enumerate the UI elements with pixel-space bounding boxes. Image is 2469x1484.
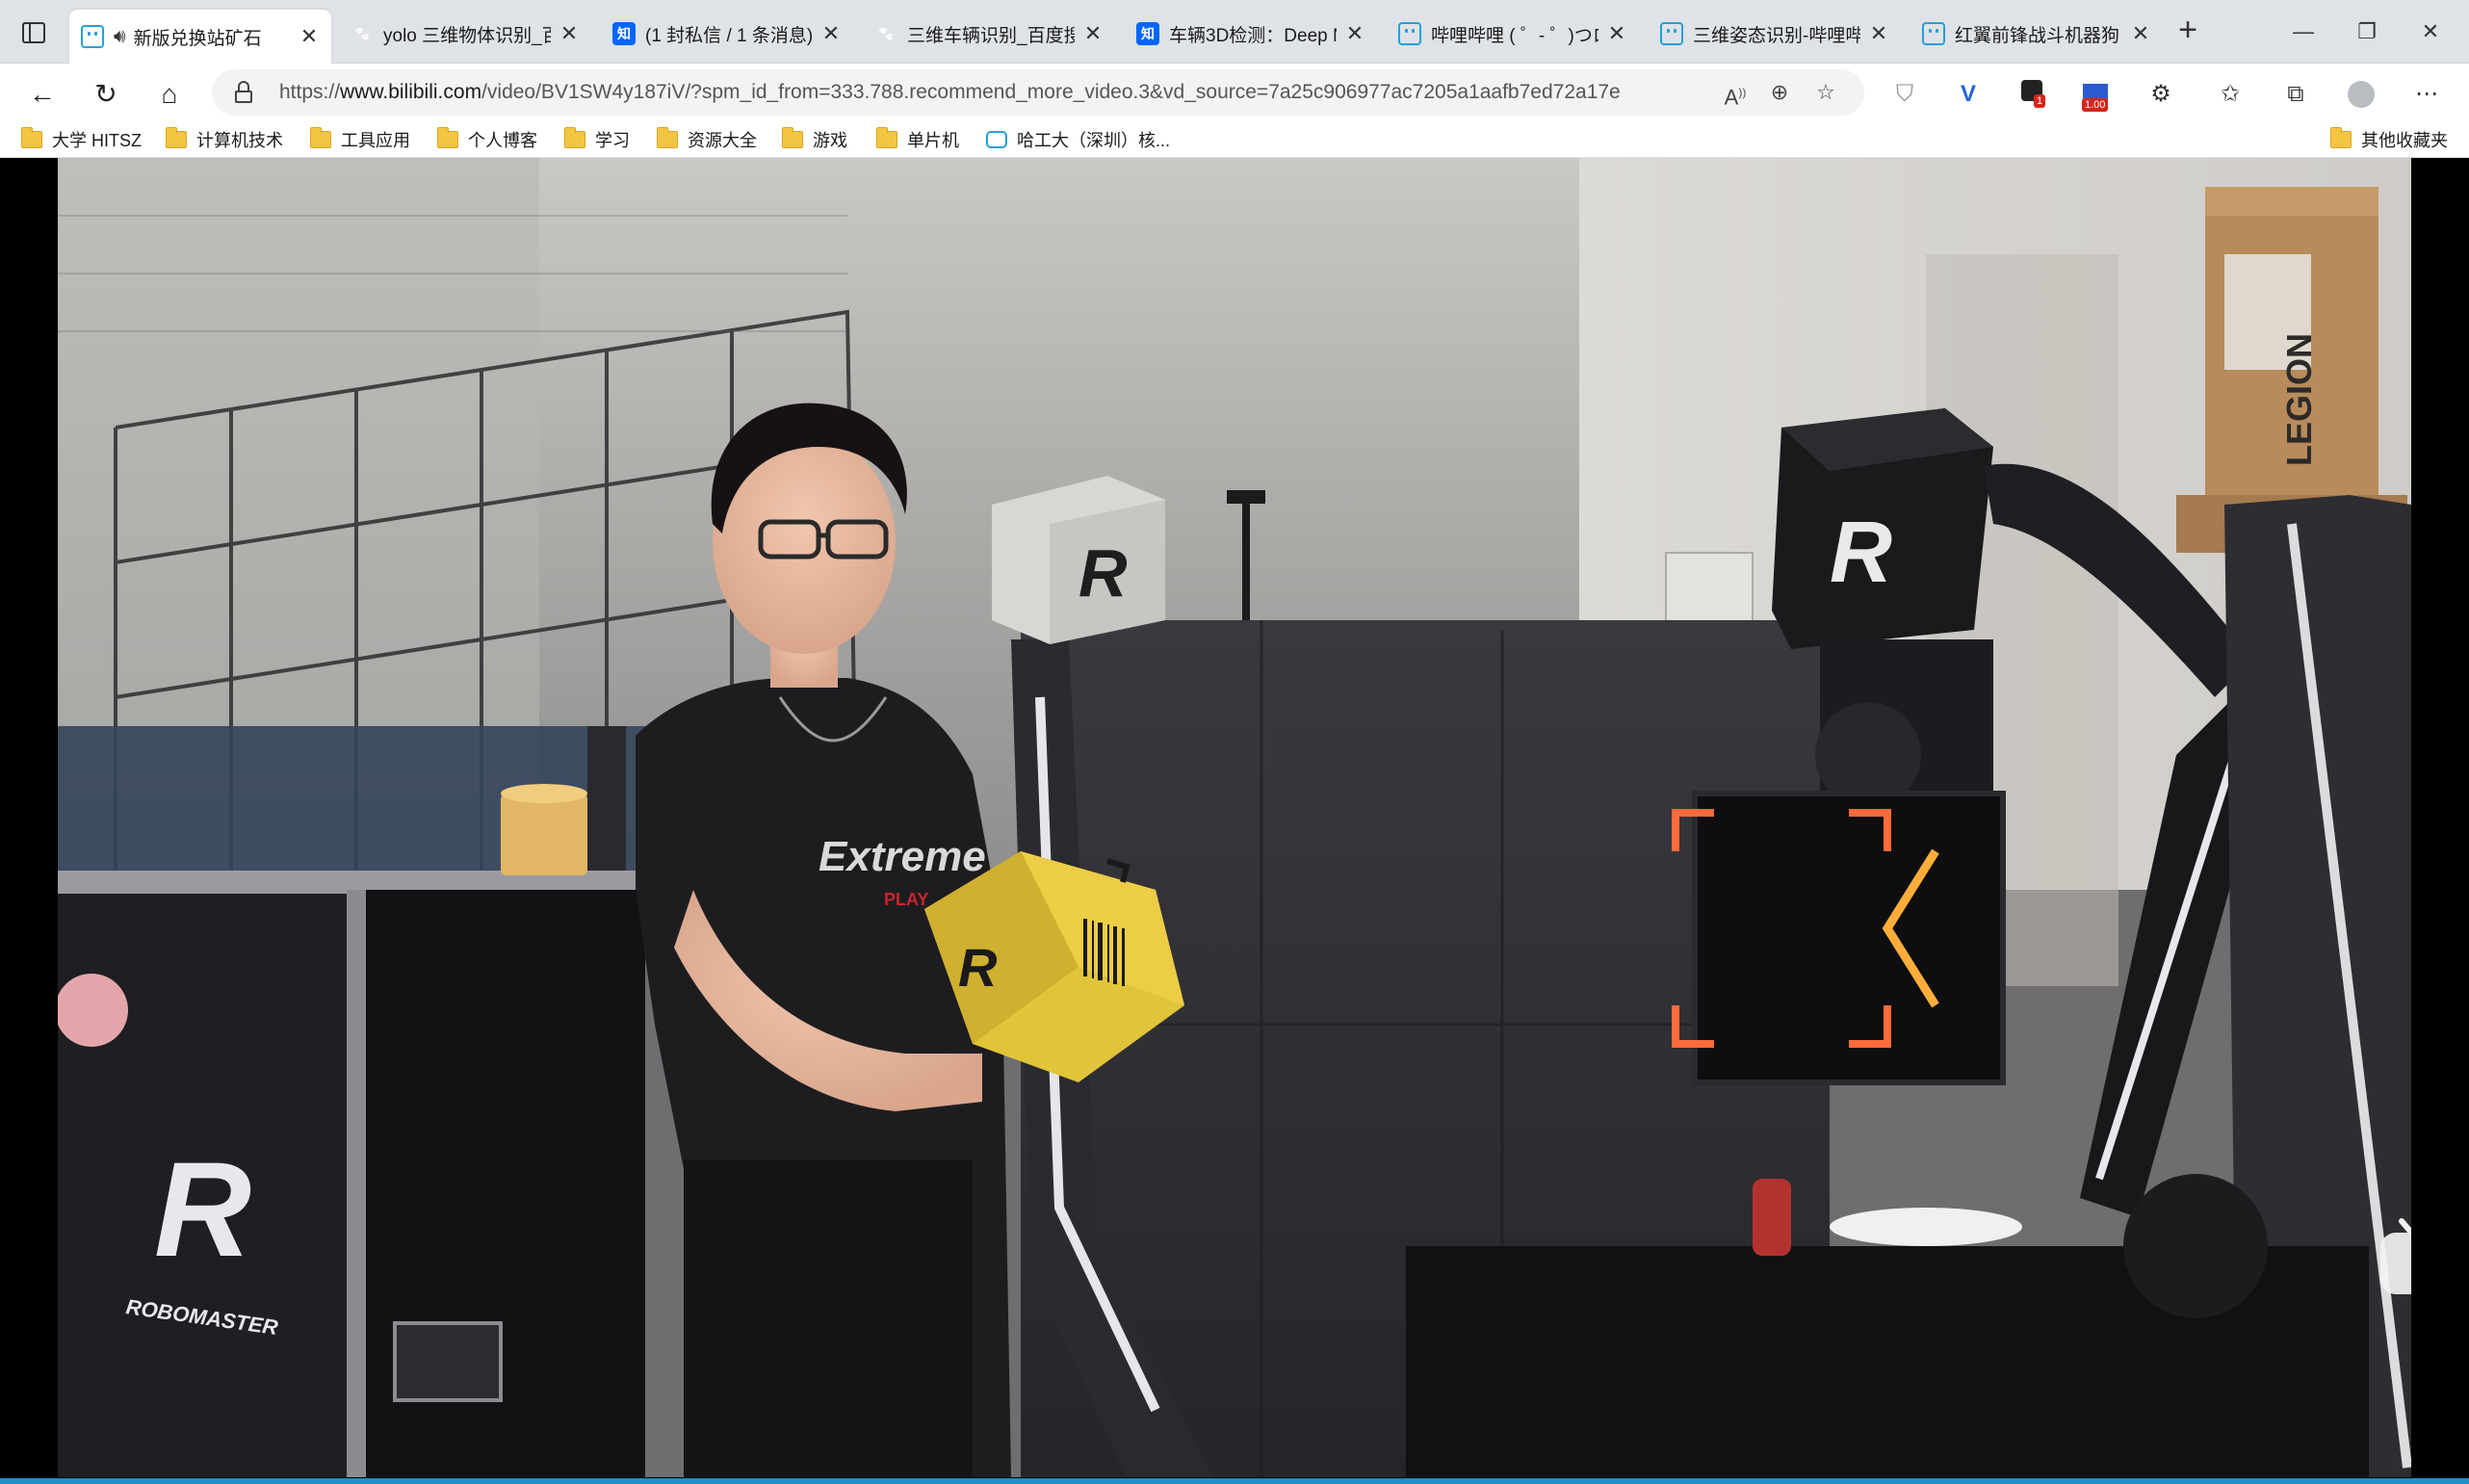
more-menu-icon[interactable]: ⋯ — [2407, 75, 2446, 114]
player-progress-line — [0, 1478, 2469, 1484]
speaker-icon[interactable]: 🔊︎ — [114, 26, 126, 48]
favorite-item[interactable]: 计算机技术 — [166, 125, 283, 154]
shirt-subprint: PLAY — [884, 890, 928, 909]
folder-icon — [166, 127, 187, 148]
tab-strip: 🔊︎ 新版兑换站矿石 ✕ 🐾︎ yolo 三维物体识别_百 ✕ 知 (1 封私信… — [0, 0, 2469, 64]
tab-actions-icon[interactable] — [12, 13, 56, 52]
cube-logo: R — [1079, 535, 1128, 611]
tab-5[interactable]: 哔哩哔哩 ( ゜- ゜)つロ ✕ — [1387, 10, 1639, 58]
minimize-button[interactable]: — — [2274, 10, 2332, 54]
folder-icon — [2330, 127, 2352, 148]
favorite-item[interactable]: 单片机 — [876, 125, 959, 154]
tab-title: 红翼前锋战斗机器狗 — [1955, 25, 2120, 46]
folder-icon — [437, 127, 458, 148]
tab-4[interactable]: 知 车辆3D检测：Deep M ✕ — [1125, 10, 1377, 58]
folder-icon — [657, 127, 678, 148]
zhihu-icon: 知 — [612, 22, 636, 45]
tab-title: (1 封私信 / 1 条消息) — [645, 25, 813, 46]
favorite-item[interactable]: 资源大全 — [657, 125, 757, 154]
tab-2[interactable]: 知 (1 封私信 / 1 条消息) ✕ — [601, 10, 853, 58]
tab-title: 新版兑换站矿石 — [133, 28, 262, 49]
close-icon[interactable]: ✕ — [1606, 21, 1627, 46]
close-icon[interactable]: ✕ — [1344, 21, 1365, 46]
folder-icon — [21, 127, 42, 148]
close-icon[interactable]: ✕ — [1082, 21, 1104, 46]
toolbar: ← ↻ ⌂ https://www.bilibili.com/video/BV1… — [0, 64, 2469, 121]
tab-title: 哔哩哔哩 ( ゜- ゜)つロ — [1431, 25, 1598, 46]
restore-button[interactable]: ❐ — [2338, 10, 2396, 54]
bilibili-icon — [1398, 22, 1421, 45]
tab-7[interactable]: 红翼前锋战斗机器狗 ✕ — [1910, 10, 2163, 58]
url-text[interactable]: https://www.bilibili.com/video/BV1SW4y18… — [279, 81, 1621, 104]
box-brand: LEGION — [2279, 333, 2319, 466]
shield-icon[interactable]: ⛉ — [1885, 75, 1924, 114]
video-frame[interactable]: LEGION R R ROBOMASTER Extreme PLAY R R — [58, 158, 2411, 1477]
tab-0[interactable]: 🔊︎ 新版兑换站矿石 ✕ — [69, 10, 331, 64]
tab-title: 三维姿态识别-哔哩哔 — [1693, 25, 1860, 46]
extensions-icon[interactable]: ⚙︎ — [2142, 75, 2180, 114]
favorite-item[interactable]: 游戏 — [782, 125, 847, 154]
folder-icon — [782, 127, 803, 148]
tab-title: 车辆3D检测：Deep M — [1169, 25, 1337, 46]
bilibili-icon — [1922, 22, 1945, 45]
profile-avatar[interactable] — [2342, 75, 2380, 114]
shirt-print: Extreme — [819, 833, 986, 880]
tab-3[interactable]: 🐾︎ 三维车辆识别_百度搜 ✕ — [863, 10, 1115, 58]
favorite-item[interactable]: 哈工大（深圳）核... — [986, 125, 1170, 154]
folder-icon — [310, 127, 331, 148]
favorite-item[interactable]: 工具应用 — [310, 125, 410, 154]
close-icon[interactable]: ✕ — [559, 21, 580, 46]
close-icon[interactable]: ✕ — [299, 24, 320, 49]
folder-icon — [876, 127, 897, 148]
add-favorite-icon[interactable]: ☆ — [1810, 77, 1841, 108]
bilibili-icon — [1660, 22, 1683, 45]
tab-1[interactable]: 🐾︎ yolo 三维物体识别_百 ✕ — [339, 10, 591, 58]
baidu-icon: 🐾︎ — [353, 25, 371, 41]
zoom-icon[interactable]: ⊕ — [1764, 77, 1795, 108]
favorites-icon[interactable]: ✩ — [2211, 75, 2249, 114]
extension-v-icon[interactable]: V — [1949, 75, 1988, 114]
tab-6[interactable]: 三维姿态识别-哔哩哔 ✕ — [1649, 10, 1901, 58]
baidu-icon: 🐾︎ — [877, 25, 895, 41]
address-bar[interactable]: https://www.bilibili.com/video/BV1SW4y18… — [212, 69, 1864, 116]
close-icon[interactable]: ✕ — [2130, 21, 2151, 46]
other-favorites[interactable]: 其他收藏夹 — [2330, 125, 2448, 154]
favorite-item[interactable]: 学习 — [564, 125, 630, 154]
read-aloud-icon[interactable]: A)) — [1720, 77, 1751, 109]
video-scene: LEGION R R ROBOMASTER Extreme PLAY R R — [58, 158, 2411, 1477]
close-icon[interactable]: ✕ — [1868, 21, 1889, 46]
home-button[interactable]: ⌂ — [148, 73, 191, 116]
close-icon[interactable]: ✕ — [820, 21, 842, 46]
refresh-button[interactable]: ↻ — [85, 73, 127, 116]
new-tab-button[interactable]: + — [2170, 13, 2205, 48]
robot-logo: R — [1830, 505, 1892, 601]
tab-title: 三维车辆识别_百度搜 — [907, 25, 1075, 46]
back-button[interactable]: ← — [21, 73, 64, 116]
bilibili-icon — [986, 131, 1007, 148]
window-close-button[interactable]: ✕ — [2402, 10, 2459, 54]
lock-icon[interactable] — [235, 81, 252, 104]
folder-icon — [564, 127, 585, 148]
favorite-item[interactable]: 个人博客 — [437, 125, 537, 154]
speed-extension-icon[interactable]: 1.00 — [2076, 75, 2115, 114]
collections-icon[interactable]: ⧉ — [2276, 75, 2315, 114]
favorite-item[interactable]: 大学 HITSZ — [21, 125, 142, 154]
favorites-bar: 大学 HITSZ 计算机技术 工具应用 个人博客 学习 资源大全 游戏 单片机 … — [0, 121, 2469, 158]
tab-title: yolo 三维物体识别_百 — [383, 25, 551, 46]
bilibili-icon — [81, 25, 104, 48]
bilibili-tv-icon[interactable] — [2378, 1217, 2411, 1296]
video-player[interactable]: LEGION R R ROBOMASTER Extreme PLAY R R — [0, 158, 2469, 1484]
case-logo: R — [154, 1133, 251, 1285]
cube-logo: R — [958, 937, 998, 998]
zhihu-icon: 知 — [1136, 22, 1159, 45]
extension-red-icon[interactable]: 1 — [2013, 75, 2051, 114]
